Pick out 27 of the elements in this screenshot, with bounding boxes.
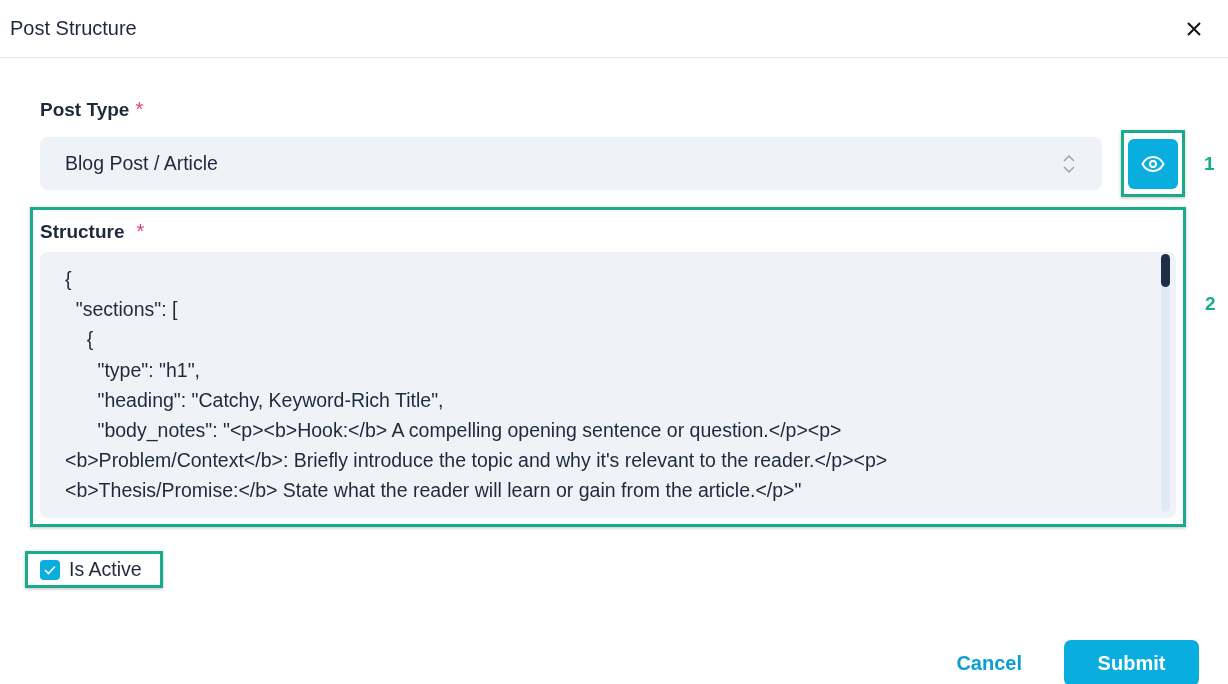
code-line: <b>Thesis/Promise:</b> State what the reader will learn or gain from the article.</p>" (65, 478, 802, 504)
chevron-up-down-icon (1062, 152, 1076, 175)
required-mark: * (135, 98, 144, 121)
code-line: { (85, 327, 94, 353)
structure-textarea[interactable] (40, 252, 1176, 518)
code-line: "sections": [ (74, 297, 178, 323)
code-line: "body_notes": "<p><b>Hook:</b> A compelling opening sentence or question.</p><p> (96, 418, 842, 444)
checkbox[interactable] (40, 559, 60, 580)
checkbox-label: Is Active (69, 558, 142, 581)
preview-button[interactable] (1128, 138, 1178, 189)
code-line: { (65, 267, 72, 292)
code-line: "type": "h1", (96, 357, 200, 383)
code-line: "heading": "Catchy, Keyword-Rich Title", (96, 387, 444, 413)
check-icon (44, 564, 56, 575)
code-line: <b>Problem/Context</b>: Briefly introduce the topic and why it's relevant to the reader.</p><p> (65, 448, 888, 474)
eye-icon (1141, 154, 1165, 173)
scrollbar-thumb[interactable] (1161, 254, 1170, 287)
callout-number: 1 (1204, 152, 1215, 175)
submit-button[interactable]: Submit (1064, 640, 1199, 684)
post-type-select[interactable]: Blog Post / Article (40, 137, 1102, 190)
required-mark: * (136, 220, 145, 243)
dialog-title: Post Structure (10, 17, 137, 40)
close-icon[interactable] (1186, 20, 1202, 37)
callout-number: 2 (1205, 293, 1216, 315)
field-label: Structure (40, 221, 125, 243)
field-label: Post Type (40, 99, 130, 121)
cancel-button[interactable]: Cancel (944, 643, 1034, 683)
